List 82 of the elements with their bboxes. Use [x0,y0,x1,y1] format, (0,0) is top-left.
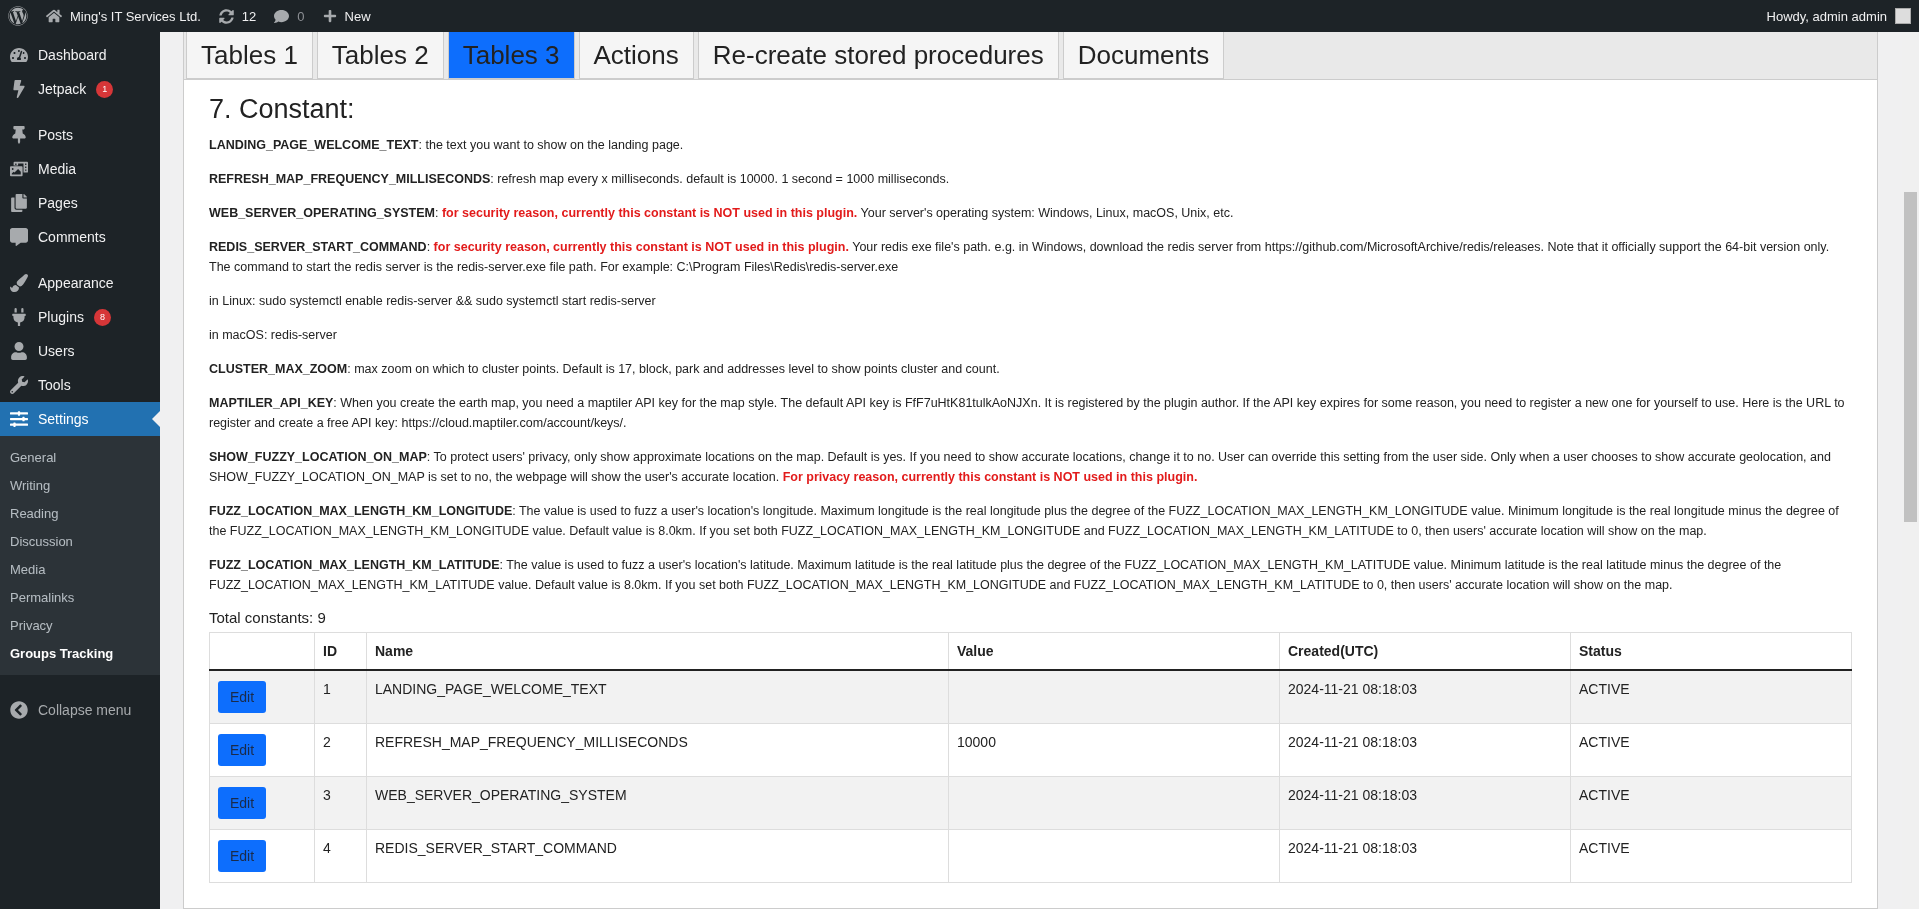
menu-item[interactable]: Jetpack 1 [0,72,160,106]
comment-icon [10,228,28,246]
section-heading: 7. Constant: [209,94,356,125]
submenu-item[interactable]: Privacy [0,611,160,639]
constant-description: FUZZ_LOCATION_MAX_LENGTH_KM_LONGITUDE: The value is used to fuzz a user's location's longitude. Maximum longitude is the real longitude plus the degree of the FUZZ_LOCATION_MAX_LENGTH_KM_LONGITUDE value. Minimum longitude is the real longitude minus the degree of the FUZZ_LOCATION_MAX_LENGTH_KM_LONGITUDE value. Default value is 8.0km. If you set both FUZZ_LOCATION_MAX_LENGTH_KM_LONGITUDE and FUZZ_LOCATION_MAX_LENGTH_KM_LATITUDE to 0, then users' accurate location will show on the map. [209,503,1840,540]
comment-icon [274,8,290,24]
tab[interactable]: Tables 1 [186,32,313,79]
constant-description: LANDING_PAGE_WELCOME_TEXT: the text you want to show on the landing page. [209,137,685,154]
table-cell: WEB_SERVER_OPERATING_SYSTEM [366,776,949,830]
menu-item[interactable]: Settings [0,402,160,436]
menu-item[interactable]: Posts [0,118,160,152]
tab[interactable]: Documents [1062,32,1225,79]
pages-icon [10,194,28,212]
menu-item[interactable]: Users [0,334,160,368]
updates-count[interactable]: 12 [241,8,257,24]
tab[interactable]: Actions [578,32,694,79]
table-cell: 1 [314,670,367,724]
menu-item[interactable]: Plugins 8 [0,300,160,334]
table-cell: 2024-11-21 08:18:03 [1279,670,1571,724]
submenu-item[interactable]: Reading [0,499,160,527]
submenu-item[interactable]: Media [0,555,160,583]
constant-description: REFRESH_MAP_FREQUENCY_MILLISECONDS: refresh map every x milliseconds. default is 10000. 1 second = 1000 milliseconds. [209,171,951,188]
total-count: Total constants: 9 [209,609,327,626]
count-badge: 1 [96,80,114,98]
table-cell: REDIS_SERVER_START_COMMAND [366,829,949,883]
constant-description: in Linux: sudo systemctl enable redis-server && sudo systemctl start redis-server [209,293,657,310]
bolt-icon [10,80,28,98]
submenu-item[interactable]: Groups Tracking [0,639,160,667]
wordpress-logo-icon[interactable] [8,6,28,26]
tab[interactable]: Tables 2 [316,32,444,79]
collapse-menu-button[interactable]: Collapse menu [0,687,160,733]
media-icon [10,160,28,178]
count-badge: 8 [93,308,111,326]
constant-description: FUZZ_LOCATION_MAX_LENGTH_KM_LATITUDE: The value is used to fuzz a user's location's latitude. Maximum latitude is the real latitude plus the degree of the FUZZ_LOCATION_MAX_LENGTH_KM_LATITUDE value. Minimum latitude is the real latitude minus the degree of the FUZZ_LOCATION_MAX_LENGTH_KM_LATITUDE value. Default value is 8.0km. If you set both FUZZ_LOCATION_MAX_LENGTH_KM_LONGITUDE and FUZZ_LOCATION_MAX_LENGTH_KM_LATITUDE to 0, then users' accurate location will show on the map. [209,557,1783,594]
table-cell: ACTIVE [1570,723,1852,777]
pin-icon [10,126,28,144]
submenu-item[interactable]: General [0,443,160,471]
brush-icon [10,274,28,292]
table-cell: ACTIVE [1570,670,1852,724]
scrollbar-thumb[interactable] [1904,192,1917,522]
tab[interactable]: Tables 3 [447,32,575,79]
table-cell: ACTIVE [1570,776,1852,830]
table-cell: 10000 [948,723,1280,777]
menu-item[interactable]: Appearance [0,266,160,300]
gauge-icon [10,46,28,64]
table-cell: LANDING_PAGE_WELCOME_TEXT [366,670,949,724]
menu-item[interactable]: Media [0,152,160,186]
home-icon [46,8,62,24]
tab[interactable]: Re-create stored procedures [697,32,1059,79]
submenu-item[interactable]: Discussion [0,527,160,555]
submenu-item[interactable]: Writing [0,471,160,499]
submenu-item[interactable]: Permalinks [0,583,160,611]
plus-icon [322,9,337,23]
plug-icon [10,308,28,326]
new-link[interactable]: New [344,8,371,24]
table-cell: 3 [314,776,367,830]
sliders-icon [10,410,28,428]
table-cell: 2024-11-21 08:18:03 [1279,723,1571,777]
user-icon [10,342,28,360]
updates-icon [218,8,234,24]
constant-description: REDIS_SERVER_START_COMMAND: for security reason, currently this constant is NOT used in this plugin. Your redis exe file's path. e.g. in Windows, download the redis server from https://github.com/MicrosoftArchive/redis/releases. Note that it officially support the 64-bit version only. The command to start the redis server is the redis-server.exe file path. For example: C:\Program Files\Redis\redis-server.exe [209,239,1831,276]
menu-item[interactable]: Comments [0,220,160,254]
table-cell: 4 [314,829,367,883]
menu-item[interactable]: Pages [0,186,160,220]
greeting-link[interactable]: Howdy, admin admin [1766,8,1887,24]
constant-description: MAPTILER_API_KEY: When you create the earth map, you need a maptiler API key for the map style. The default API key is FfF7uHtK81tulkAoNJXn. It is registered by the plugin author. If the API key expires for some reason, you need to register a new one for yourself to use. Here is the URL to register and create a free API key: https://cloud.maptiler.com/account/keys/. [209,395,1846,432]
constant-description: SHOW_FUZZY_LOCATION_ON_MAP: To protect users' privacy, only show approximate locations on the map. Default is yes. If you need to show accurate locations, change it to no. User can override this setting from the user side. Only when a user chooses to show accurate geolocation, and SHOW_FUZZY_LOCATION_ON_MAP is set to no, the webpage will show the user's accurate location. For privacy reason, currently this constant is NOT used in this plugin. [209,449,1832,486]
table-cell: 2024-11-21 08:18:03 [1279,776,1571,830]
wrench-icon [10,376,28,394]
avatar-icon[interactable] [1895,8,1911,24]
constant-description: CLUSTER_MAX_ZOOM: max zoom on which to cluster points. Default is 17, block, park and addresses level to show points cluster and count. [209,361,1001,378]
table-cell: 2 [314,723,367,777]
constant-description: in macOS: redis-server [209,327,338,344]
table-cell: ACTIVE [1570,829,1852,883]
site-name-link[interactable]: Ming's IT Services Ltd. [70,8,201,24]
menu-item[interactable]: Dashboard [0,38,160,72]
constant-description: WEB_SERVER_OPERATING_SYSTEM: for security reason, currently this constant is NOT used in this plugin. Your server's operating system: Windows, Linux, macOS, Unix, etc. [209,205,1235,222]
table-cell: 2024-11-21 08:18:03 [1279,829,1571,883]
menu-item[interactable]: Tools [0,368,160,402]
table-cell: REFRESH_MAP_FREQUENCY_MILLISECONDS [366,723,949,777]
collapse-icon [10,701,28,719]
comments-count[interactable]: 0 [297,8,305,24]
